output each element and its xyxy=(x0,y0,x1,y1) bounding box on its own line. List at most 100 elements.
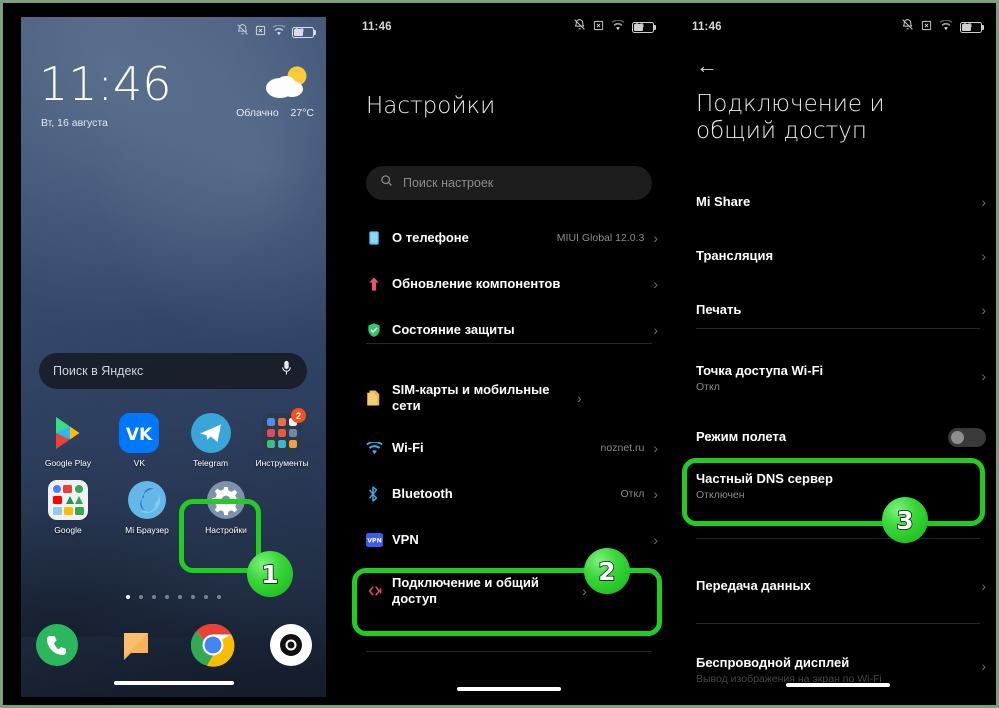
vpn-icon: VPN xyxy=(366,533,392,547)
connection-gesture-bar[interactable] xyxy=(786,683,890,687)
settings-row-component-update[interactable]: Обновление компонентов › xyxy=(344,261,674,307)
page-dot xyxy=(191,595,195,599)
page-dot xyxy=(152,595,156,599)
chevron-right-icon: › xyxy=(981,578,986,594)
connection-page-title: Подключение и общий доступ xyxy=(696,91,885,145)
wifi-icon xyxy=(611,18,625,36)
app-label: Mi Браузер xyxy=(125,525,169,535)
battery-icon: 50 xyxy=(632,21,656,33)
app-label: Google Play xyxy=(44,458,92,468)
phone-icon[interactable] xyxy=(35,623,79,667)
step-badge-3: 3 xyxy=(882,497,928,543)
tools-folder-icon: 2 xyxy=(261,408,306,453)
connection-row-label: Точка доступа Wi-Fi xyxy=(696,363,824,378)
android-home-screen: 50 11:46 Вт, 16 августа Облачно 27°C Пои… xyxy=(21,17,326,697)
connection-group-2: Точка доступа Wi-Fi Откл › Режим полета … xyxy=(674,355,996,519)
connection-row-mi-share[interactable]: Mi Share › xyxy=(674,175,996,229)
chevron-right-icon: › xyxy=(981,476,986,492)
page-dot xyxy=(178,595,182,599)
app-badge-count: 2 xyxy=(290,408,306,423)
connection-divider-2 xyxy=(696,538,980,539)
battery-icon: 50 xyxy=(292,26,316,38)
settings-row-security-status[interactable]: Состояние защиты › xyxy=(344,307,674,353)
messages-icon[interactable] xyxy=(113,623,157,667)
no-sim-icon xyxy=(921,18,932,36)
settings-row-label: О телефоне xyxy=(392,229,469,245)
chevron-right-icon: › xyxy=(653,322,658,338)
connection-sharing-panel: 11:46 50 ← Подключение и общий доступ Mi… xyxy=(674,3,996,705)
settings-row-label: Wi-Fi xyxy=(392,439,424,455)
sim-card-icon xyxy=(366,389,392,407)
chevron-right-icon: › xyxy=(981,658,986,674)
vk-icon: VK xyxy=(119,413,160,453)
settings-row-value: Откл xyxy=(620,488,645,500)
svg-text:VPN: VPN xyxy=(367,538,381,545)
microphone-icon[interactable] xyxy=(280,360,293,382)
app-google-play[interactable]: Google Play xyxy=(35,413,101,468)
settings-search-field[interactable]: Поиск настроек xyxy=(366,166,652,200)
chrome-icon[interactable] xyxy=(190,623,235,667)
mute-bell-slash-icon xyxy=(901,18,914,36)
search-placeholder-text: Поиск в Яндекс xyxy=(53,364,144,378)
weather-widget[interactable]: Облачно 27°C xyxy=(194,63,314,119)
screenshot-root: 50 11:46 Вт, 16 августа Облачно 27°C Пои… xyxy=(0,0,999,708)
connection-row-wifi-hotspot[interactable]: Точка доступа Wi-Fi Откл › xyxy=(674,355,996,411)
app-telegram[interactable]: Telegram xyxy=(178,413,244,468)
settings-row-bluetooth[interactable]: Bluetooth Откл › xyxy=(344,471,674,517)
home-screen-panel: 50 11:46 Вт, 16 августа Облачно 27°C Пои… xyxy=(3,3,344,705)
connection-row-cast[interactable]: Трансляция › xyxy=(674,229,996,283)
connection-row-sub: Откл xyxy=(696,381,720,394)
app-row-1: Google Play VK VK Telegram 2 Инструменты xyxy=(35,408,315,468)
settings-gesture-bar[interactable] xyxy=(457,687,561,691)
update-arrow-icon xyxy=(366,276,392,292)
settings-panel: 11:46 50 Настройки Поиск настроек О теле… xyxy=(344,3,674,705)
app-folder-google[interactable]: Google xyxy=(35,480,101,535)
camera-icon[interactable] xyxy=(269,623,313,667)
connection-row-data-transfer[interactable]: Передача данных › xyxy=(674,561,996,611)
google-folder-icon xyxy=(48,480,88,520)
settings-row-label: Состояние защиты xyxy=(392,321,515,337)
app-folder-tools[interactable]: 2 Инструменты xyxy=(249,408,315,468)
app-mi-browser[interactable]: Mi Браузер xyxy=(114,480,180,535)
page-dot xyxy=(217,595,221,599)
app-label: Telegram xyxy=(193,458,229,468)
svg-text:VK: VK xyxy=(126,425,153,445)
home-clock: 11:46 xyxy=(39,57,172,111)
home-date: Вт, 16 августа xyxy=(41,117,108,129)
connection-row-wireless-display[interactable]: Беспроводной дисплей Вывод изображения н… xyxy=(674,649,996,695)
connection-row-private-dns[interactable]: Частный DNS сервер Отключен › xyxy=(674,463,996,519)
back-arrow-icon[interactable]: ← xyxy=(696,55,718,77)
airplane-mode-toggle[interactable] xyxy=(948,427,986,447)
app-label: VK xyxy=(133,458,145,468)
settings-row-label: SIM-карты и мобильные сети xyxy=(392,381,550,413)
app-label: Настройки xyxy=(205,525,247,535)
settings-row-sim-cards[interactable]: SIM-карты и мобильные сети › xyxy=(344,371,674,425)
app-label: Google xyxy=(54,525,82,535)
battery-level-text: 50 xyxy=(963,21,972,30)
settings-group-1: О телефоне MIUI Global 12.0.3 › Обновлен… xyxy=(344,215,674,353)
chevron-right-icon: › xyxy=(981,194,986,210)
page-dot xyxy=(204,595,208,599)
settings-row-wifi[interactable]: Wi-Fi noznet.ru › xyxy=(344,425,674,471)
settings-divider-2 xyxy=(366,651,652,652)
connection-row-label: Режим полета xyxy=(696,428,787,444)
app-settings[interactable]: Настройки xyxy=(193,480,259,535)
connection-row-label: Беспроводной дисплей xyxy=(696,655,850,670)
settings-row-label: Подключение и общий доступ xyxy=(392,574,539,606)
yandex-search-bar[interactable]: Поиск в Яндекс xyxy=(39,353,307,389)
connection-divider-3 xyxy=(696,623,980,624)
connection-row-label: Трансляция xyxy=(696,247,774,263)
page-dot xyxy=(126,595,130,599)
home-gesture-bar[interactable] xyxy=(113,681,234,685)
connection-row-label: Печать xyxy=(696,301,742,317)
app-vk[interactable]: VK VK xyxy=(106,413,172,468)
home-page-indicator xyxy=(21,595,326,599)
no-sim-icon xyxy=(255,23,266,41)
settings-page-title: Настройки xyxy=(366,93,496,119)
connection-row-airplane-mode[interactable]: Режим полета xyxy=(674,411,996,463)
settings-row-about-phone[interactable]: О телефоне MIUI Global 12.0.3 › xyxy=(344,215,674,261)
bluetooth-icon xyxy=(366,485,392,503)
mute-bell-slash-icon xyxy=(236,23,249,41)
home-status-bar: 50 xyxy=(31,21,316,43)
settings-row-value: noznet.ru xyxy=(600,442,645,454)
